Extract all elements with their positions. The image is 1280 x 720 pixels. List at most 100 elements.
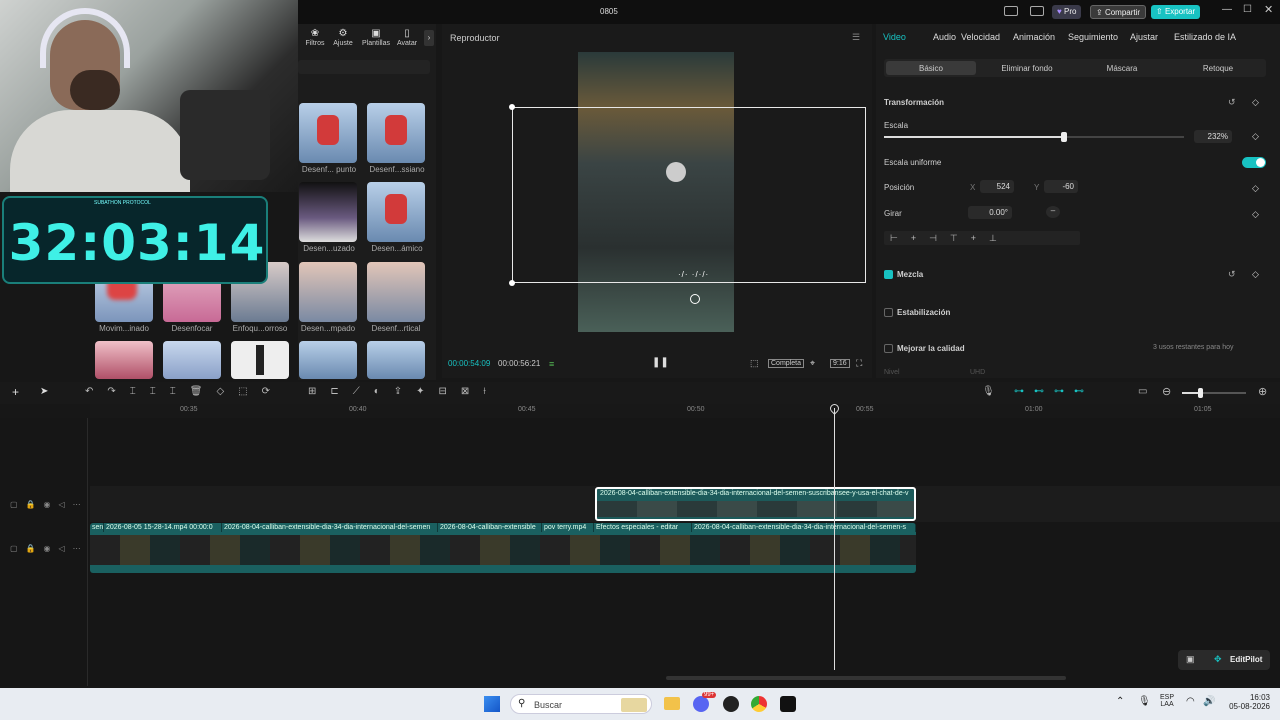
- reset-icon[interactable]: ↺: [1228, 269, 1236, 280]
- effect-thumb[interactable]: [163, 341, 221, 379]
- resize-handle[interactable]: [509, 280, 515, 286]
- app-icon[interactable]: [723, 696, 739, 712]
- effect-thumb[interactable]: [299, 182, 357, 242]
- zoom-in-icon[interactable]: ⊕: [1258, 385, 1267, 398]
- add-icon[interactable]: +: [12, 385, 19, 399]
- effect-thumb[interactable]: [299, 103, 357, 163]
- taskbar-search[interactable]: ⚲ Buscar: [510, 694, 652, 714]
- rotate-input[interactable]: 0.00°: [968, 206, 1012, 219]
- effect-thumb[interactable]: [231, 341, 289, 379]
- subtab-0[interactable]: Básico: [891, 64, 971, 73]
- ratio-button[interactable]: 9:16: [830, 359, 850, 368]
- extra-tools[interactable]: ⊞⊏⟋◐⇪✦⊟⊠⟊: [308, 386, 500, 397]
- quality-button[interactable]: Completa: [768, 359, 804, 368]
- reset-icon[interactable]: ↺: [1228, 97, 1236, 108]
- scale-slider[interactable]: [884, 136, 1184, 138]
- tab-6[interactable]: Estilizado de IA: [1174, 32, 1236, 42]
- menu-icon[interactable]: ☰: [852, 32, 860, 43]
- volume-icon[interactable]: 🔊: [1203, 696, 1215, 707]
- pause-icon[interactable]: ❚❚: [652, 357, 669, 368]
- keyframe-icon[interactable]: ◇: [1252, 131, 1259, 142]
- layout-icon[interactable]: [1004, 6, 1018, 16]
- tab-3[interactable]: Animación: [1013, 32, 1055, 42]
- share-button[interactable]: ⇪ Compartir: [1090, 5, 1147, 19]
- discord-icon[interactable]: [693, 696, 709, 712]
- effect-thumb[interactable]: [367, 341, 425, 379]
- resize-handle[interactable]: [509, 104, 515, 110]
- effect-thumb[interactable]: [299, 262, 357, 322]
- fullscreen-icon[interactable]: ⛶: [856, 358, 862, 369]
- select-cursor-icon[interactable]: ➤: [40, 386, 48, 397]
- capcut-icon[interactable]: [780, 696, 796, 712]
- tool-templates[interactable]: ▣ Plantillas: [359, 28, 393, 47]
- zoom-slider[interactable]: [1182, 392, 1246, 394]
- tab-4[interactable]: Seguimiento: [1068, 32, 1118, 42]
- tool-avatar[interactable]: ▯ Avatar: [390, 28, 424, 47]
- scale-slider-knob[interactable]: [1061, 132, 1067, 142]
- fit-icon[interactable]: ⬚: [750, 358, 759, 369]
- keyframe-icon[interactable]: ◇: [1252, 97, 1259, 108]
- align-toolbar[interactable]: ⊢+⊣⊤+⊥: [884, 231, 1080, 245]
- track-controls[interactable]: ▢🔒◉◁⋯: [10, 544, 89, 553]
- zoom-out-icon[interactable]: ⊖: [1162, 385, 1171, 398]
- keyframe-icon[interactable]: ◇: [1252, 269, 1259, 280]
- subtab-1[interactable]: Eliminar fondo: [987, 64, 1067, 73]
- file-explorer-icon[interactable]: [664, 697, 680, 710]
- pro-button[interactable]: ♥ Pro: [1052, 5, 1082, 19]
- preview-icon[interactable]: ▭: [1138, 386, 1147, 397]
- keyframe-icon[interactable]: ◇: [1252, 183, 1259, 194]
- chrome-icon[interactable]: [751, 696, 767, 712]
- effect-thumb[interactable]: [367, 182, 425, 242]
- time-ruler[interactable]: 00:35 00:40 00:45 00:50 00:55 01:00 01:05: [90, 404, 1280, 418]
- shortcut-icon[interactable]: [1030, 6, 1044, 16]
- rotate-icon[interactable]: [690, 294, 700, 304]
- network-icon[interactable]: ◠: [1186, 696, 1195, 707]
- close-icon[interactable]: ✕: [1264, 3, 1273, 16]
- playhead[interactable]: [834, 408, 835, 670]
- main-track[interactable]: sen 2026-08-05 15-28-14.mp4 00:00:0 2026-0…: [90, 523, 916, 573]
- zoom-knob[interactable]: [1198, 388, 1203, 398]
- effect-thumb[interactable]: [367, 262, 425, 322]
- keyframe-icon[interactable]: ◇: [1252, 209, 1259, 220]
- language-indicator[interactable]: ESP LAA: [1160, 694, 1174, 708]
- edit-tools[interactable]: ↶↷⌶⌶⌶🗑◇⬚⟳: [85, 386, 284, 397]
- effect-thumb[interactable]: [95, 341, 153, 379]
- tool-adjust[interactable]: ⚙ Ajuste: [326, 28, 360, 47]
- chevron-up-icon[interactable]: ⌃: [1116, 696, 1124, 707]
- uniform-scale-toggle[interactable]: [1242, 157, 1266, 168]
- subtab-2[interactable]: Máscara: [1082, 64, 1162, 73]
- tab-1[interactable]: Audio: [933, 32, 956, 42]
- transform-box[interactable]: [512, 107, 866, 283]
- microphone-icon[interactable]: 🎙: [1138, 696, 1151, 707]
- subtab-3[interactable]: Retoque: [1178, 64, 1258, 73]
- overlay-clip[interactable]: 2026-08-04-calliban-extensible-dia-34-di…: [595, 487, 916, 521]
- export-button[interactable]: ⇧ Exportar: [1151, 5, 1201, 19]
- editpilot-button[interactable]: ▣ ✥ EditPilot: [1178, 650, 1270, 670]
- snap-tools[interactable]: ⊶⊷⊶⊷: [1014, 386, 1094, 397]
- search-input[interactable]: [298, 60, 430, 74]
- clock[interactable]: 16:03 05-08-2026: [1222, 693, 1270, 711]
- horizontal-scrollbar[interactable]: [666, 676, 1066, 680]
- rotate-dial-icon[interactable]: –: [1046, 206, 1060, 218]
- scale-value[interactable]: 232%: [1194, 130, 1232, 143]
- microphone-icon[interactable]: 🎙: [982, 386, 995, 397]
- windows-start-icon[interactable]: [484, 696, 500, 712]
- focus-icon[interactable]: ⌖: [810, 358, 815, 369]
- enhance-quality-label[interactable]: Mejorar la calidad: [897, 344, 965, 353]
- blend-checkbox[interactable]: [884, 270, 893, 279]
- stabilize-checkbox[interactable]: [884, 308, 893, 317]
- track-controls[interactable]: ▢🔒◉◁⋯: [10, 500, 89, 509]
- effect-thumb[interactable]: [367, 103, 425, 163]
- maximize-icon[interactable]: ☐: [1243, 4, 1252, 15]
- position-x-input[interactable]: 524: [980, 180, 1014, 193]
- tab-0[interactable]: Video: [883, 32, 906, 42]
- blend-label[interactable]: Mezcla: [897, 270, 923, 279]
- effect-thumb[interactable]: [299, 341, 357, 379]
- tab-2[interactable]: Velocidad: [961, 32, 1000, 42]
- waveform-icon[interactable]: ≡: [549, 359, 554, 369]
- stabilize-label[interactable]: Estabilización: [897, 308, 950, 317]
- minimize-icon[interactable]: —: [1222, 4, 1232, 15]
- tab-5[interactable]: Ajustar: [1130, 32, 1158, 42]
- position-y-input[interactable]: -60: [1044, 180, 1078, 193]
- chevron-right-icon[interactable]: ›: [424, 30, 434, 46]
